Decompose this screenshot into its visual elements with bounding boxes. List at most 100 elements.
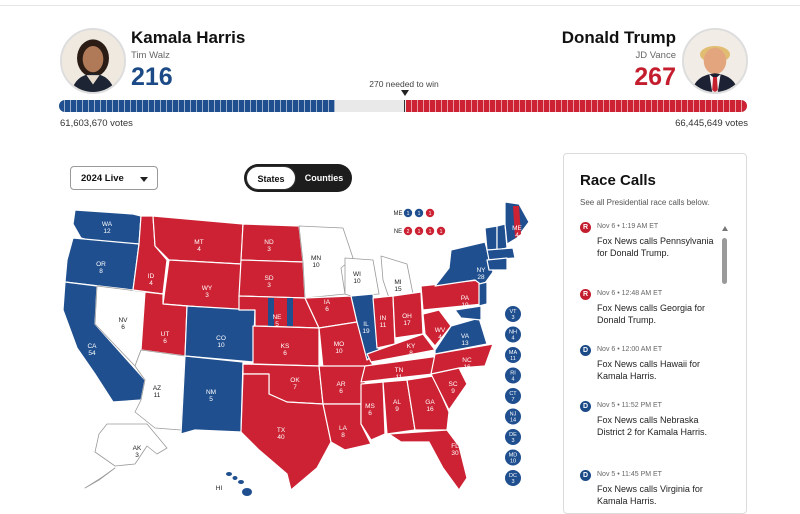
- state-label-az: AZ: [153, 385, 161, 392]
- race-call-text: Fox News calls Hawaii for Kamala Harris.: [597, 359, 701, 381]
- state-label-sd: SD: [264, 275, 273, 282]
- race-call-time: Nov 5 • 11:52 PM ET: [597, 402, 662, 409]
- state-ev-fl: 30: [451, 450, 459, 457]
- state-ev-oh: 17: [403, 320, 411, 327]
- hi-label: HI: [216, 485, 223, 492]
- us-states-map: WA12OR8CA54NV6ID4MT4WY3UT6AZ11CO10NM5ND3…: [62, 201, 530, 496]
- state-label-nc: NC: [462, 357, 472, 364]
- state-ne-stripe2: [287, 298, 293, 326]
- ne-district-value: 1: [418, 229, 421, 235]
- small-state-ev: 4: [511, 336, 514, 342]
- state-label-ms: MS: [365, 403, 375, 410]
- state-label-nm: NM: [206, 389, 216, 396]
- harris-avatar: [60, 28, 126, 94]
- state-ev-mi: 15: [394, 286, 402, 293]
- state-ev-in: 11: [380, 322, 387, 329]
- dem-popular-votes: 61,603,670 votes: [60, 118, 133, 129]
- state-label-oh: OH: [402, 313, 412, 320]
- state-label-ga: GA: [425, 399, 435, 406]
- ne-district-value: 1: [429, 229, 432, 235]
- me-district-value: 1: [429, 211, 432, 217]
- state-label-mi: MI: [394, 279, 401, 286]
- state-label-ky: KY: [407, 343, 416, 350]
- state-label-me: ME: [512, 225, 522, 232]
- state-label-va: VA: [461, 333, 470, 340]
- toggle-counties[interactable]: Counties: [299, 166, 349, 190]
- state-hi-2: [232, 476, 238, 480]
- state-label-ar: AR: [336, 381, 345, 388]
- state-label-ok: OK: [290, 377, 300, 384]
- state-pa: [420, 279, 484, 311]
- scrollbar-thumb[interactable]: [722, 238, 727, 284]
- race-call-text: Fox News calls Virginia for Kamala Harri…: [597, 484, 703, 506]
- state-ev-id: 4: [149, 280, 153, 287]
- state-label-fl: FL: [451, 443, 459, 450]
- race-call-time: Nov 5 • 11:45 PM ET: [597, 471, 662, 478]
- scroll-up-icon[interactable]: [722, 226, 728, 231]
- state-ev-mt: 4: [197, 246, 201, 253]
- race-call-text: Fox News calls Nebraska District 2 for K…: [597, 415, 708, 437]
- state-ev-wy: 3: [205, 292, 209, 299]
- small-state-ev: 3: [511, 438, 514, 444]
- year-select-value: 2024 Live: [81, 173, 124, 184]
- rep-electoral-votes: 267: [634, 63, 676, 91]
- top-divider: [0, 0, 800, 6]
- small-state-ev: 3: [511, 479, 514, 485]
- small-state-ev: 14: [510, 418, 516, 424]
- state-ne-stripe1: [268, 298, 274, 326]
- state-label-ia: IA: [324, 299, 331, 306]
- year-select[interactable]: 2024 Live: [70, 166, 158, 190]
- rep-popular-votes: 66,445,649 votes: [675, 118, 748, 129]
- state-ev-wi: 10: [353, 278, 361, 285]
- state-label-mn: MN: [311, 255, 321, 262]
- small-state-ev: 10: [510, 459, 516, 465]
- race-calls-title: Race Calls: [580, 172, 656, 189]
- small-state-ev: 11: [510, 356, 516, 362]
- dem-electoral-votes: 216: [131, 63, 173, 91]
- state-ev-nm: 5: [209, 396, 213, 403]
- map-view-toggle[interactable]: States Counties: [244, 164, 352, 192]
- race-call-time: Nov 6 • 12:00 AM ET: [597, 346, 663, 353]
- ne-districts-label: NE: [394, 229, 402, 235]
- state-label-nv: NV: [118, 317, 128, 324]
- state-label-wi: WI: [353, 271, 361, 278]
- electoral-progress-bar: [59, 100, 747, 112]
- state-ev-ca: 54: [88, 350, 96, 357]
- trump-avatar: [682, 28, 748, 94]
- state-co: [184, 305, 256, 363]
- chevron-down-icon: [140, 177, 148, 182]
- state-label-il: IL: [363, 321, 369, 328]
- state-label-or: OR: [96, 261, 106, 268]
- state-label-al: AL: [393, 399, 401, 406]
- state-hi-3: [238, 480, 244, 484]
- state-label-ks: KS: [281, 343, 290, 350]
- race-calls-subtitle: See all Presidential race calls below.: [580, 198, 710, 207]
- state-ev-ak: 3: [135, 452, 139, 459]
- state-hi-1: [226, 472, 232, 476]
- small-state-ev: 3: [511, 315, 514, 321]
- race-call-time: Nov 6 • 12:48 AM ET: [597, 290, 663, 297]
- state-ev-ga: 16: [426, 406, 434, 413]
- election-results-page: Kamala Harris Tim Walz 216 Donald Trump …: [0, 0, 800, 514]
- state-ev-or: 8: [99, 268, 103, 275]
- state-ev-wa: 12: [103, 228, 111, 235]
- state-label-co: CO: [216, 335, 226, 342]
- state-ev-nd: 3: [267, 246, 271, 253]
- state-label-ca: CA: [87, 343, 97, 350]
- state-ev-il: 19: [362, 328, 370, 335]
- state-ev-sd: 3: [267, 282, 271, 289]
- state-label-ut: UT: [161, 331, 170, 338]
- rep-progress-fill: [405, 100, 747, 112]
- state-ev-ne: 5: [275, 321, 279, 328]
- threshold-marker: [401, 90, 409, 96]
- electoral-map: WA 12 OR 8 CA 54 NV 6 ID 4 MT 4 WY 3 UT 6 AZ 11 CO 10 NM 5 ND 3…: [55, 198, 535, 508]
- republican-badge-icon: R: [580, 222, 591, 233]
- state-ev-ut: 6: [163, 338, 167, 345]
- state-ev-co: 10: [217, 342, 225, 349]
- state-ev-la: 8: [341, 432, 345, 439]
- state-ev-wv: 4: [438, 334, 442, 341]
- ne-district-value: 2: [407, 229, 410, 235]
- toggle-states[interactable]: States: [246, 166, 296, 190]
- republican-badge-icon: R: [580, 289, 591, 300]
- me-district-value: 1: [407, 211, 410, 217]
